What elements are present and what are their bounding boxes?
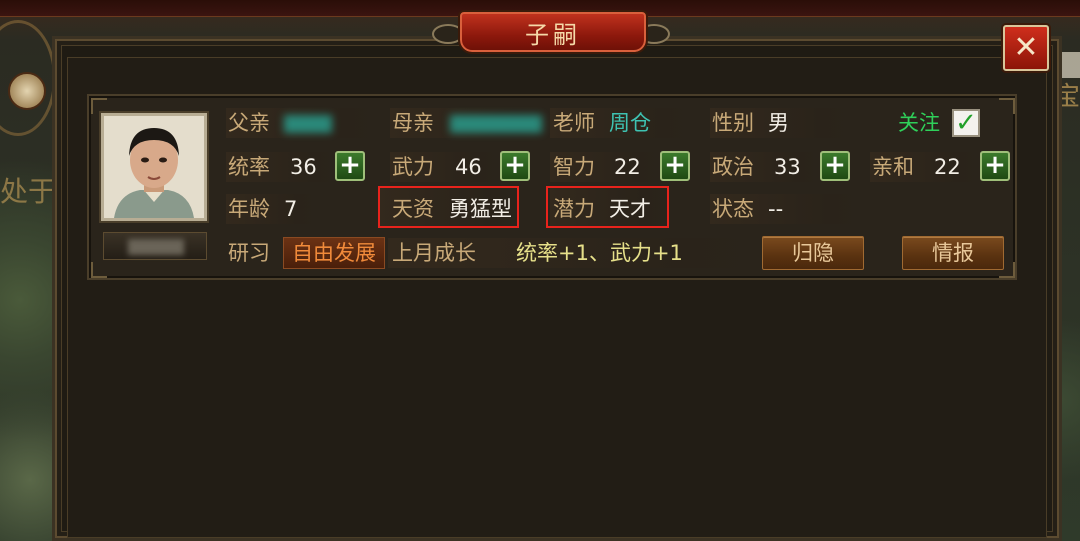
father-label: 父亲 (228, 111, 270, 135)
close-button[interactable]: ✕ (1003, 25, 1049, 71)
affinity-plus-button[interactable]: + (980, 151, 1010, 181)
force-label: 武力 (392, 155, 434, 179)
intellect-value: 22 (614, 155, 641, 179)
plus-icon: + (664, 150, 686, 180)
command-label: 统率 (228, 155, 270, 179)
teacher-label: 老师 (553, 111, 595, 135)
panel-corner-ornament-icon (999, 98, 1015, 114)
affinity-value: 22 (934, 155, 961, 179)
redacted-mother-name (450, 115, 542, 133)
mother-label: 母亲 (392, 111, 434, 135)
gender-label: 性别 (712, 111, 754, 135)
close-icon: ✕ (1013, 30, 1039, 65)
status-label: 状态 (712, 197, 754, 221)
free-development-button[interactable]: 自由发展 (283, 237, 385, 269)
affinity-label: 亲和 (872, 155, 914, 179)
command-plus-button[interactable]: + (335, 151, 365, 181)
retire-button[interactable]: 归隐 (762, 236, 864, 270)
command-value: 36 (290, 155, 317, 179)
age-value: 7 (284, 197, 298, 221)
growth-label: 上月成长 (392, 241, 476, 265)
intel-button[interactable]: 情报 (902, 236, 1004, 270)
intellect-label: 智力 (553, 155, 595, 179)
dialog-title: 子嗣 (458, 10, 648, 54)
potential-highlight-box (546, 186, 669, 228)
force-plus-button[interactable]: + (500, 151, 530, 181)
age-label: 年龄 (228, 197, 270, 221)
gender-value: 男 (768, 111, 789, 135)
talent-highlight-box (378, 186, 519, 228)
plus-icon: + (984, 150, 1006, 180)
redacted-name (128, 239, 184, 255)
heir-portrait[interactable] (101, 113, 207, 221)
status-value: -- (768, 197, 784, 221)
growth-value: 统率+1、武力+1 (516, 241, 683, 265)
checkmark-icon: ✓ (955, 108, 977, 138)
politics-plus-button[interactable]: + (820, 151, 850, 181)
map-label-left: 处于 (0, 175, 57, 208)
redacted-father-name (284, 115, 332, 133)
intellect-plus-button[interactable]: + (660, 151, 690, 181)
follow-checkbox[interactable]: ✓ (952, 109, 980, 137)
teacher-value[interactable]: 周仓 (609, 108, 651, 138)
dialog-title-tab: 子嗣 (432, 10, 670, 54)
politics-value: 33 (774, 155, 801, 179)
study-label: 研习 (228, 241, 270, 265)
plus-icon: + (504, 150, 526, 180)
follow-label: 关注 (898, 111, 940, 135)
panel-corner-ornament-icon (91, 262, 107, 278)
plus-icon: + (339, 150, 361, 180)
force-value: 46 (455, 155, 482, 179)
panel-corner-ornament-icon (91, 98, 107, 114)
plus-icon: + (824, 150, 846, 180)
child-portrait-image (104, 116, 204, 218)
politics-label: 政治 (712, 155, 754, 179)
heir-name-plate (103, 232, 207, 260)
side-menu-icon[interactable] (8, 72, 46, 110)
